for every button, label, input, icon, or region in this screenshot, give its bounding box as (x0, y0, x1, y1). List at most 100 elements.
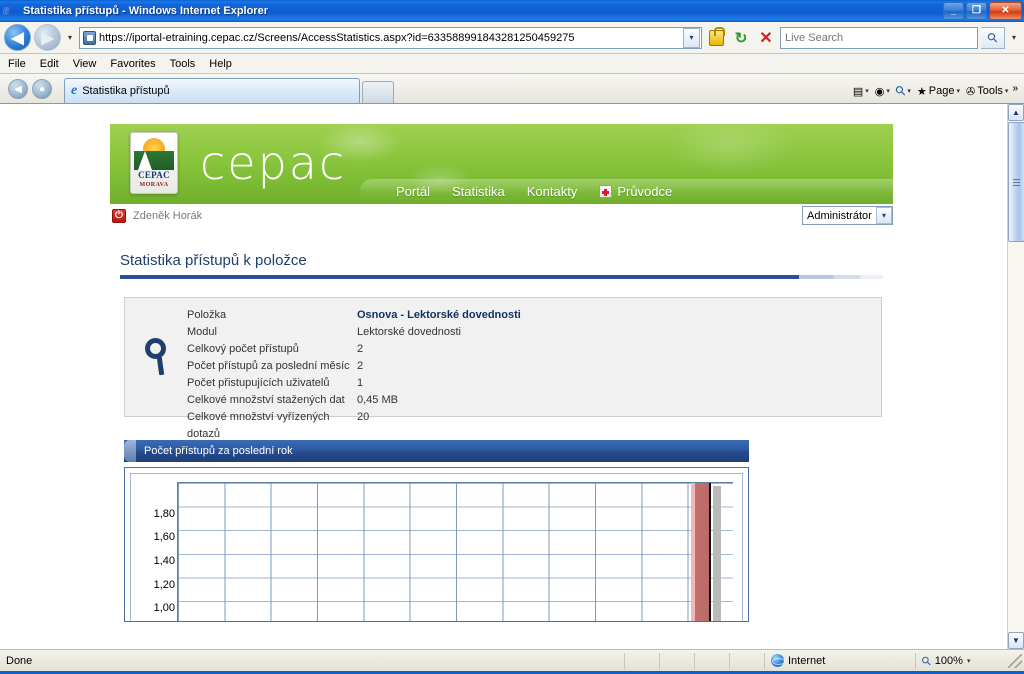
web-page: CEPAC MORAVA cepac Portál Statistika Kon… (0, 104, 1007, 649)
y-tick-label: 1,00 (153, 602, 175, 614)
info-row: Počet přistupujících uživatelů 1 (187, 375, 521, 392)
star-icon: ★ (916, 85, 927, 98)
scrollbar-grip-icon (1013, 178, 1020, 186)
menu-item-favorites[interactable]: Favorites (110, 58, 155, 70)
info-value: 2 (357, 360, 364, 372)
chart-bar-month-12[interactable] (691, 483, 711, 621)
print-button[interactable]: ⚲ ▾ (891, 81, 913, 100)
logo-cepac-text: CEPAC (138, 170, 170, 180)
quick-tabs-icon: ◀ (14, 83, 22, 95)
tab-statistika-pristupu[interactable]: e Statistika přístupů (64, 78, 360, 103)
menu-item-file[interactable]: File (8, 58, 26, 70)
search-box[interactable] (780, 26, 978, 49)
user-bar: ⏻ Zdeněk Horák Administrátor ▾ (110, 204, 893, 228)
info-label: Celkové množství stažených dat (187, 394, 345, 406)
maximize-restore-button[interactable]: ❐ (966, 2, 987, 20)
cepac-logo[interactable]: CEPAC MORAVA (130, 132, 178, 194)
scroll-down-button[interactable]: ▼ (1008, 632, 1024, 649)
close-button[interactable]: ✕ (989, 2, 1022, 20)
tab-list-button[interactable]: ● (32, 79, 52, 99)
chevron-down-icon[interactable]: ▾ (967, 657, 971, 665)
title-underline-rule (120, 275, 883, 279)
forward-button[interactable]: ▶ (34, 24, 61, 51)
chevron-down-icon[interactable]: ▾ (876, 207, 892, 224)
info-value: 0,45 MB (357, 394, 398, 406)
vertical-scrollbar[interactable]: ▲ ▼ (1007, 104, 1024, 649)
overflow-icon[interactable]: » (1012, 83, 1018, 94)
info-value: Osnova - Lektorské dovednosti (357, 309, 521, 321)
tab-label: Statistika přístupů (82, 85, 170, 97)
tools-menu-button[interactable]: ✇ Tools ▾ (964, 85, 1010, 98)
y-tick-label: 1,80 (153, 508, 175, 520)
info-row: Celkové množství stažených dat 0,45 MB (187, 392, 521, 409)
scrollbar-thumb[interactable] (1008, 122, 1024, 242)
search-button[interactable]: ⚲ (981, 26, 1005, 49)
chevron-down-icon: ▾ (865, 88, 869, 95)
y-tick-label: 1,20 (153, 579, 175, 591)
command-bar: ▤ ▾ ◉ ▾ ⚲ ▾ ★ Page ▾ ✇ Tools ▾ » (851, 81, 1018, 100)
address-bar[interactable]: https://iportal-etraining.cepac.cz/Scree… (79, 26, 702, 49)
magnifier-icon (143, 338, 173, 376)
nav-item-pruvodce[interactable]: Průvodce (599, 184, 672, 199)
search-input[interactable] (783, 30, 975, 45)
lock-icon (708, 26, 725, 46)
menu-item-help[interactable]: Help (209, 58, 232, 70)
chart-section-title: Počet přístupů za poslední rok (144, 445, 293, 457)
address-input[interactable]: https://iportal-etraining.cepac.cz/Scree… (99, 32, 683, 44)
plus-icon (599, 185, 613, 198)
security-zone[interactable]: Internet (765, 650, 915, 672)
role-select[interactable]: Administrátor ▾ (802, 206, 893, 225)
new-tab-button[interactable] (362, 81, 394, 103)
chevron-down-icon: ▾ (689, 33, 694, 42)
section-bead-icon (124, 440, 136, 462)
zoom-level-label: 100% (934, 654, 963, 667)
nav-item-kontakty[interactable]: Kontakty (527, 184, 578, 199)
site-identity-icon (83, 30, 96, 45)
scroll-up-button[interactable]: ▲ (1008, 104, 1024, 121)
site-brand-wordmark: cepac (200, 136, 347, 190)
minimize-icon: _ (950, 5, 957, 16)
info-label: Počet přístupů za poslední měsíc (187, 360, 350, 372)
nav-item-portal[interactable]: Portál (396, 184, 430, 199)
info-row: Počet přístupů za poslední měsíc 2 (187, 358, 521, 375)
feeds-button[interactable]: ▤ ▾ (851, 85, 871, 98)
menu-item-tools[interactable]: Tools (170, 58, 196, 70)
page-title: Statistika přístupů k položce (120, 252, 307, 269)
refresh-button[interactable]: ↻ (730, 27, 752, 49)
security-lock-button[interactable] (705, 26, 727, 49)
chevron-down-icon: ▼ (1012, 636, 1020, 645)
page-menu-button[interactable]: ★ Page ▾ (915, 85, 962, 98)
zoom-control[interactable]: ⚲ 100% ▾ (916, 650, 1008, 672)
chevron-down-icon: ▾ (1011, 33, 1016, 42)
feeds-icon: ▤ (852, 85, 864, 98)
site-navigation: Portál Statistika Kontakty Průvodce (360, 179, 893, 204)
nav-item-statistika[interactable]: Statistika (452, 184, 505, 199)
info-label: Položka (187, 309, 227, 321)
quick-tabs-button[interactable]: ◀ (8, 79, 28, 99)
minimize-button[interactable]: _ (943, 2, 964, 20)
access-chart: 1,80 1,60 1,40 1,20 1,00 0,80 (124, 467, 749, 622)
info-label: Modul (187, 326, 217, 338)
address-dropdown-button[interactable]: ▾ (683, 27, 700, 48)
menu-item-view[interactable]: View (73, 58, 97, 70)
logo-morava-text: MORAVA (139, 182, 169, 188)
status-bar: Done Internet ⚲ 100% ▾ (0, 649, 1024, 671)
info-value: 2 (357, 343, 364, 355)
info-rows: Položka Osnova - Lektorské dovednosti Mo… (187, 307, 521, 440)
browser-viewport: CEPAC MORAVA cepac Portál Statistika Kon… (0, 104, 1024, 649)
read-mail-button[interactable]: ◉ ▾ (873, 85, 892, 98)
logout-icon[interactable]: ⏻ (112, 208, 126, 223)
nav-item-label: Průvodce (617, 184, 673, 199)
logo-artwork-icon (134, 136, 174, 170)
back-button[interactable]: ◀ (4, 24, 31, 51)
magnifier-handle (156, 356, 165, 376)
print-icon: ⚲ (891, 81, 909, 100)
restore-icon: ❐ (972, 5, 981, 16)
y-tick-label: 1,40 (153, 555, 175, 567)
search-provider-button[interactable]: ▾ (1008, 33, 1020, 42)
resize-grip[interactable] (1008, 653, 1022, 668)
menu-item-edit[interactable]: Edit (40, 58, 59, 70)
title-bar: e Statistika přístupů - Windows Internet… (0, 0, 1024, 22)
stop-button[interactable]: ✕ (755, 27, 777, 49)
recent-pages-button[interactable]: ▾ (64, 33, 76, 42)
